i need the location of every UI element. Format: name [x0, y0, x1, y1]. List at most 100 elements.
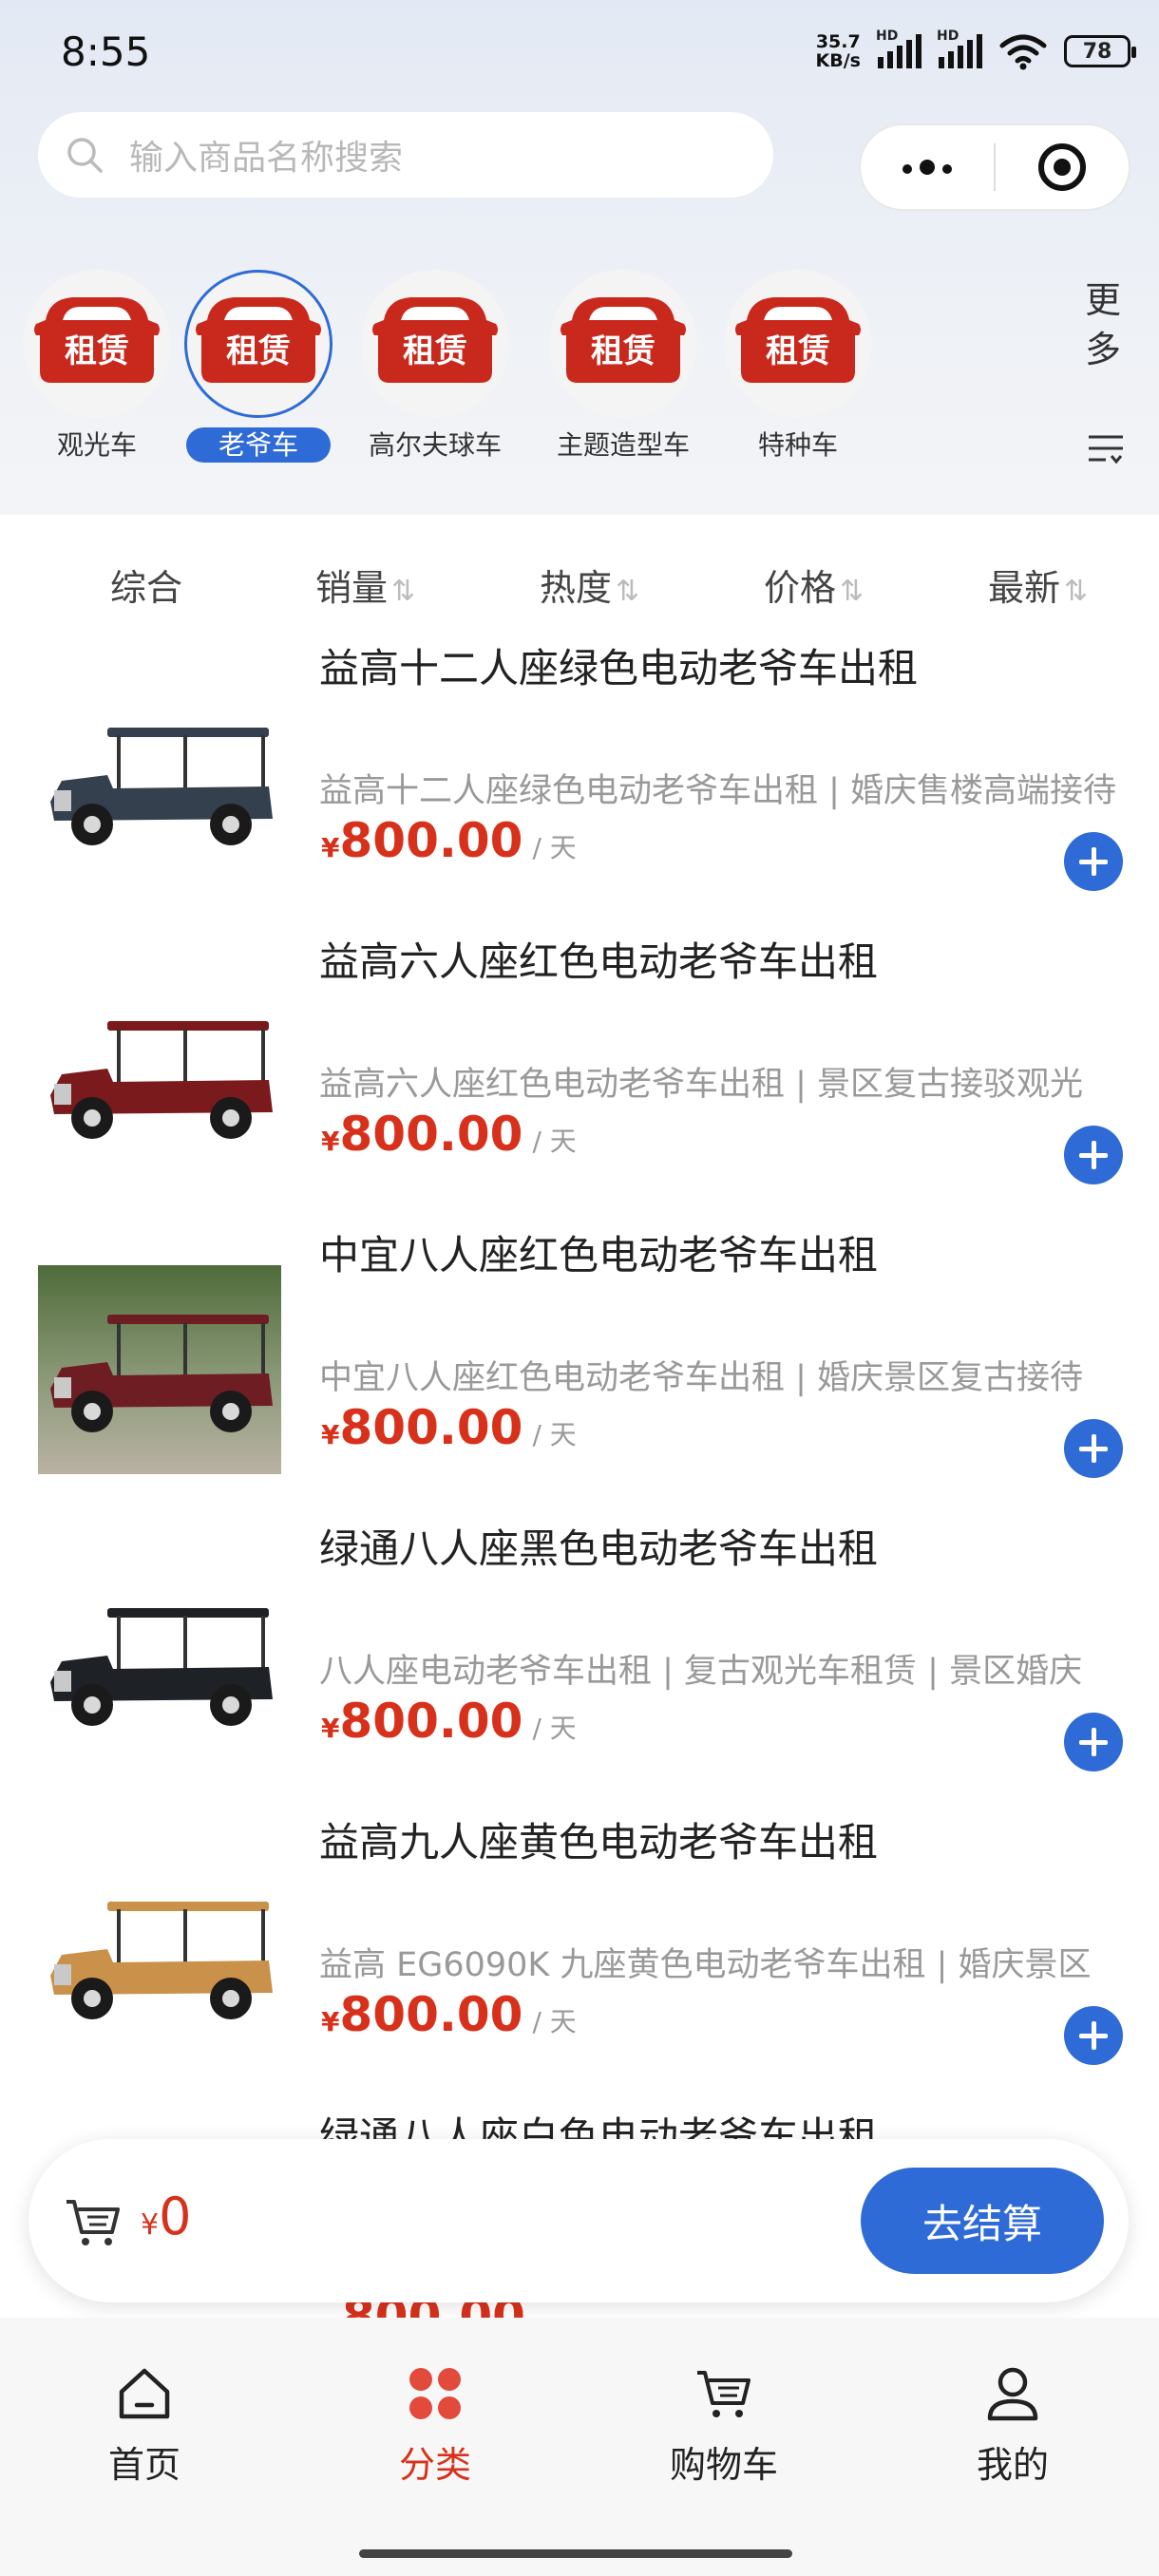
status-icons: 35.7 KB/s HD HD 78 — [816, 28, 1136, 70]
rental-car-icon: 租赁 — [372, 297, 498, 383]
profile-icon — [987, 2367, 1038, 2421]
battery-icon: 78 — [1064, 35, 1136, 67]
tab-cart-label: 购物车 — [669, 2444, 778, 2486]
add-to-cart-button[interactable] — [1064, 1126, 1123, 1184]
sort-arrow-icon: ⇅ — [1064, 575, 1089, 608]
category-label-text: 观光车 — [56, 429, 137, 461]
tab-profile-label: 我的 — [976, 2444, 1049, 2486]
status-bar: 8:55 35.7 KB/s HD HD 78 — [0, 0, 1159, 104]
rental-badge-text: 租赁 — [226, 332, 291, 370]
sort-price[interactable]: 价格 ⇅ — [764, 559, 864, 611]
tab-category[interactable]: 分类 — [340, 2361, 530, 2488]
price-value: 800.00 — [339, 1400, 523, 1455]
product-title: 益高九人座黄色电动老爷车出租 — [319, 1819, 879, 1866]
product-title: 益高十二人座绿色电动老爷车出租 — [319, 645, 919, 691]
price-unit: / 天 — [532, 2006, 577, 2037]
sort-sales-label: 销量 — [315, 567, 389, 609]
checkout-button[interactable]: 去结算 — [861, 2168, 1104, 2274]
product-image — [38, 972, 281, 1181]
vintage-car-icon — [50, 1902, 273, 2019]
product-image — [38, 1265, 281, 1474]
cart-icon — [697, 2371, 750, 2417]
category-label: 老爷车 — [163, 426, 353, 465]
rental-car-icon: 租赁 — [735, 297, 861, 383]
category-item[interactable]: 租赁 高尔夫球车 — [340, 270, 530, 479]
price-currency: ¥ — [321, 2006, 340, 2037]
sort-price-label: 价格 — [764, 567, 837, 609]
product-price: ¥800.00 / 天 — [321, 813, 577, 868]
product-title: 益高六人座红色电动老爷车出租 — [319, 938, 879, 985]
network-speed: 35.7 KB/s — [816, 32, 861, 70]
category-icon-circle: 租赁 — [361, 270, 509, 418]
rental-car-icon: 租赁 — [196, 297, 321, 383]
category-label: 主题造型车 — [528, 426, 718, 465]
product-price: ¥800.00 / 天 — [321, 1400, 577, 1455]
rental-badge-text: 租赁 — [65, 332, 129, 370]
category-item[interactable]: 租赁 主题造型车 — [528, 270, 718, 479]
price-unit: / 天 — [532, 1713, 577, 1744]
cart-icon[interactable] — [63, 2194, 124, 2251]
price-value: 800.00 — [339, 813, 523, 868]
price-currency: ¥ — [321, 832, 340, 863]
category-item[interactable]: 租赁 老爷车 — [163, 270, 353, 479]
product-title: 中宜八人座红色电动老爷车出租 — [319, 1232, 879, 1279]
cart-summary-bar: ¥0 去结算 — [28, 2139, 1129, 2302]
product-row[interactable]: 益高十二人座绿色电动老爷车出租 益高十二人座绿色电动老爷车出租 | 婚庆售楼高端接… — [0, 627, 1159, 912]
sort-bar: 综合 销量 ⇅ 热度 ⇅ 价格 ⇅ 最新 ⇅ — [0, 532, 1159, 627]
sort-default-label: 综合 — [110, 567, 183, 609]
sort-newest[interactable]: 最新 ⇅ — [988, 559, 1088, 611]
product-image — [38, 1852, 281, 2061]
category-label-text: 主题造型车 — [556, 429, 690, 461]
product-description: 八人座电动老爷车出租 | 复古观光车租赁 | 景区婚庆 — [319, 1653, 1083, 1691]
product-image — [38, 678, 281, 887]
sort-arrow-icon: ⇅ — [840, 575, 864, 608]
search-icon — [67, 138, 103, 173]
product-price: ¥800.00 / 天 — [321, 1107, 577, 1162]
product-title: 绿通八人座黑色电动老爷车出租 — [319, 1525, 879, 1572]
signal-icon: HD — [876, 28, 922, 68]
product-price: ¥800.00 / 天 — [321, 1987, 577, 2042]
more-options-button[interactable] — [861, 160, 994, 175]
rental-badge-text: 租赁 — [403, 332, 467, 370]
tab-profile[interactable]: 我的 — [918, 2361, 1108, 2488]
price-unit: / 天 — [532, 1419, 577, 1450]
sort-arrow-icon: ⇅ — [391, 575, 416, 608]
tab-cart[interactable]: 购物车 — [629, 2361, 819, 2488]
add-to-cart-button[interactable] — [1064, 2006, 1123, 2065]
category-icon-circle: 租赁 — [724, 270, 872, 418]
add-to-cart-button[interactable] — [1064, 1419, 1123, 1478]
home-indicator — [359, 2549, 792, 2558]
vintage-car-icon — [50, 728, 273, 845]
product-price: ¥800.00 / 天 — [321, 1694, 577, 1749]
price-value: 800.00 — [339, 1107, 523, 1162]
product-row[interactable]: 中宜八人座红色电动老爷车出租 中宜八人座红色电动老爷车出租 | 婚庆景区复古接待 ¥… — [0, 1214, 1159, 1499]
category-icon-circle: 租赁 — [23, 270, 171, 418]
category-label: 特种车 — [703, 426, 893, 465]
product-row[interactable]: 益高九人座黄色电动老爷车出租 益高 EG6090K 九座黄色电动老爷车出租 | 婚… — [0, 1801, 1159, 2086]
list-filter-icon[interactable] — [1087, 431, 1125, 469]
hd-label-2: HD — [937, 28, 960, 44]
add-to-cart-button[interactable] — [1064, 1713, 1123, 1771]
sort-popularity[interactable]: 热度 ⇅ — [540, 559, 639, 611]
product-row[interactable]: 益高六人座红色电动老爷车出租 益高六人座红色电动老爷车出租 | 景区复古接驳观光 ¥… — [0, 920, 1159, 1205]
vintage-car-icon — [50, 1021, 273, 1139]
price-currency: ¥ — [321, 1419, 340, 1450]
network-speed-value: 35.7 — [815, 31, 861, 52]
bottom-tab-bar: 首页 分类 购物车 我的 — [0, 2318, 1159, 2576]
tab-home[interactable]: 首页 — [49, 2361, 239, 2488]
sort-sales[interactable]: 销量 ⇅ — [315, 559, 415, 611]
sort-default[interactable]: 综合 — [110, 559, 182, 611]
category-item[interactable]: 租赁 特种车 — [703, 270, 893, 479]
add-to-cart-button[interactable] — [1064, 832, 1123, 891]
sort-newest-label: 最新 — [988, 567, 1061, 609]
more-categories-button[interactable]: 更多 — [1085, 275, 1127, 374]
close-miniprogram-button[interactable] — [996, 143, 1129, 191]
hd-label: HD — [876, 28, 899, 44]
target-icon — [1037, 143, 1086, 191]
rental-car-icon: 租赁 — [560, 297, 686, 383]
product-row[interactable]: 绿通八人座黑色电动老爷车出租八人座电动老爷车出租 | 复古观光车租赁 | 景区婚… — [0, 1507, 1159, 1792]
search-input[interactable]: 输入商品名称搜索 — [38, 112, 773, 198]
price-unit: / 天 — [532, 832, 577, 863]
vintage-car-icon — [50, 1315, 273, 1432]
tab-home-label: 首页 — [107, 2444, 180, 2486]
